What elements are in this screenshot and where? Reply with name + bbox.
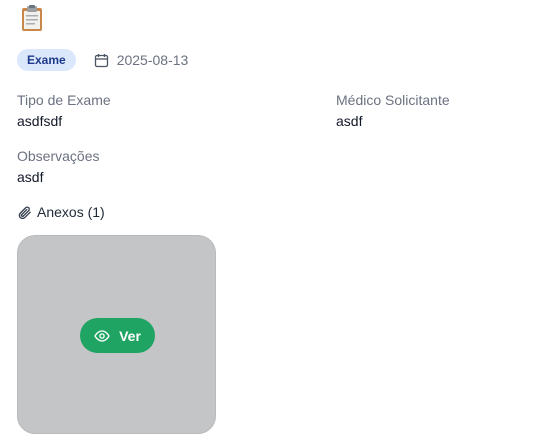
attachments-title: Anexos (1)	[37, 204, 105, 220]
type-badge: Exame	[17, 49, 76, 71]
attachment-thumbnail[interactable]: Ver	[17, 235, 216, 434]
exam-type-value: asdfsdf	[17, 113, 63, 129]
view-button-label: Ver	[119, 327, 141, 344]
eye-icon	[94, 328, 110, 344]
exam-type-label: Tipo de Exame	[17, 92, 111, 108]
attachments-header: Anexos (1)	[17, 203, 105, 221]
date-text: 2025-08-13	[116, 52, 189, 68]
view-attachment-button[interactable]: Ver	[80, 318, 155, 353]
clipboard-icon	[18, 4, 46, 32]
requesting-doctor-label: Médico Solicitante	[336, 92, 450, 108]
paperclip-icon	[17, 205, 32, 220]
notes-value: asdf	[17, 169, 44, 185]
requesting-doctor-value: asdf	[336, 113, 363, 129]
record-date: 2025-08-13	[94, 52, 189, 68]
calendar-icon	[94, 53, 109, 68]
notes-label: Observações	[17, 148, 100, 164]
record-meta: Exame 2025-08-13	[17, 49, 188, 71]
